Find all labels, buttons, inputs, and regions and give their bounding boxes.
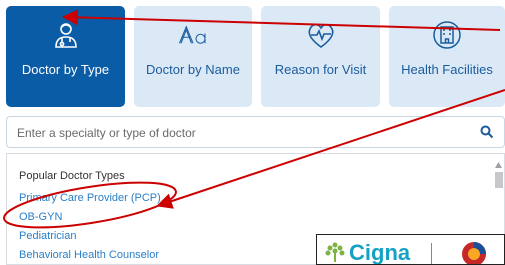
search-mode-tiles: Doctor by Type Doctor by Name Reason for… — [6, 6, 505, 107]
dropdown-heading: Popular Doctor Types — [19, 170, 125, 182]
scroll-up-icon[interactable] — [495, 162, 502, 168]
cigna-logo-panel: Cigna — [316, 234, 505, 265]
tile-reason-for-visit[interactable]: Reason for Visit — [261, 6, 380, 107]
tile-label: Doctor by Type — [21, 62, 110, 77]
tree-logo-icon — [323, 239, 347, 264]
tile-doctor-by-name[interactable]: Doctor by Name — [134, 6, 252, 107]
heartbeat-icon — [306, 20, 336, 50]
specialty-search-box — [6, 116, 505, 148]
brand-name: Cigna — [349, 240, 411, 265]
list-item[interactable]: Primary Care Provider (PCP) — [19, 192, 161, 204]
list-item[interactable]: Pediatrician — [19, 230, 76, 242]
tile-doctor-by-type[interactable]: Doctor by Type — [6, 6, 125, 107]
search-input[interactable] — [17, 123, 457, 143]
tile-label: Doctor by Name — [146, 62, 240, 77]
letters-icon — [178, 20, 208, 50]
state-seal-icon — [461, 241, 487, 264]
tile-label: Health Facilities — [401, 62, 493, 77]
logo-divider — [431, 243, 432, 264]
doctor-icon — [51, 20, 81, 50]
building-icon — [432, 20, 462, 50]
search-icon[interactable] — [480, 125, 494, 139]
tile-health-facilities[interactable]: Health Facilities — [389, 6, 505, 107]
list-item[interactable]: Behavioral Health Counselor — [19, 249, 159, 261]
tile-label: Reason for Visit — [274, 62, 367, 77]
list-item[interactable]: OB-GYN — [19, 211, 62, 223]
scrollbar-thumb[interactable] — [495, 172, 503, 188]
